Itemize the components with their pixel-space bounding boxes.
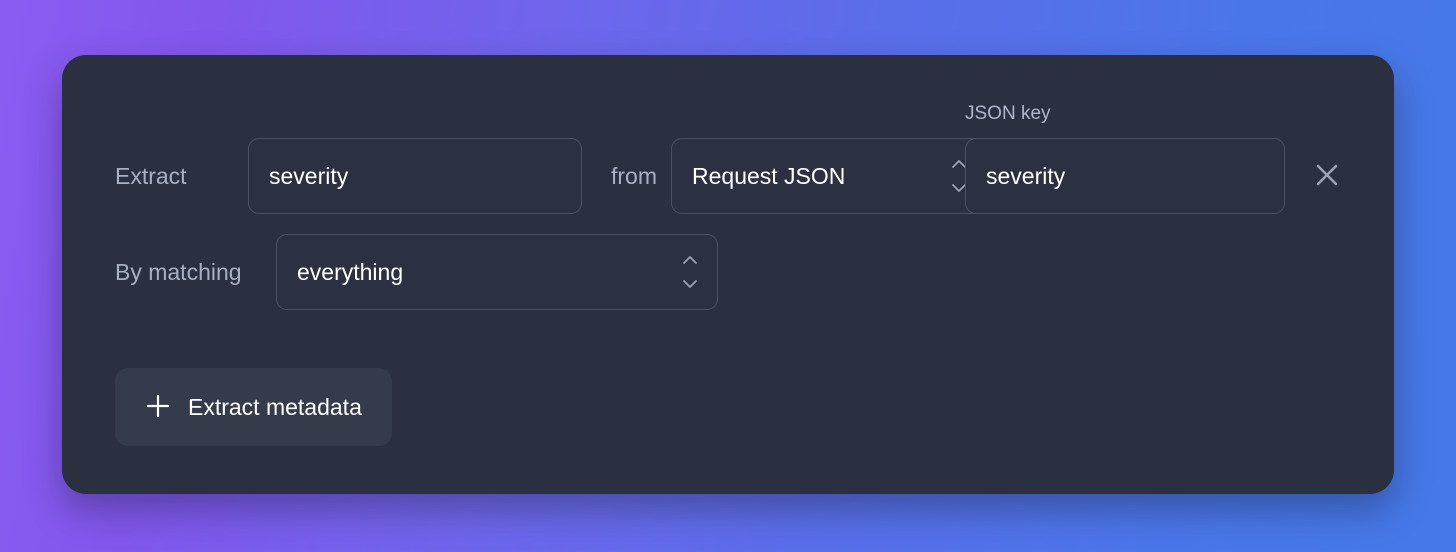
json-key-input[interactable]: severity [965,138,1285,214]
plus-icon [145,393,171,422]
extract-rule-row: Extract severity from Request JSON [115,138,987,214]
json-key-group: JSON key severity [965,103,1285,214]
screen: Extract severity from Request JSON JSON … [0,0,1456,552]
json-key-value: severity [986,162,1066,189]
extract-metadata-card: Extract severity from Request JSON JSON … [62,55,1394,494]
matching-select-value: everything [297,258,404,285]
extract-metadata-button[interactable]: Extract metadata [115,368,392,446]
extract-label: Extract [115,163,187,189]
extract-name-input[interactable]: severity [248,138,582,214]
chevron-up-down-icon [681,255,699,289]
matching-label: By matching [115,259,242,285]
from-label: from [611,163,657,189]
json-key-caption: JSON key [965,103,1051,124]
extract-metadata-button-label: Extract metadata [188,393,362,420]
remove-rule-button[interactable] [1304,153,1350,199]
close-icon [1314,162,1340,191]
matching-select[interactable]: everything [276,234,718,310]
extract-name-value: severity [269,162,349,189]
source-select[interactable]: Request JSON [671,138,987,214]
source-select-value: Request JSON [692,162,846,189]
matching-rule-row: By matching everything [115,234,718,310]
